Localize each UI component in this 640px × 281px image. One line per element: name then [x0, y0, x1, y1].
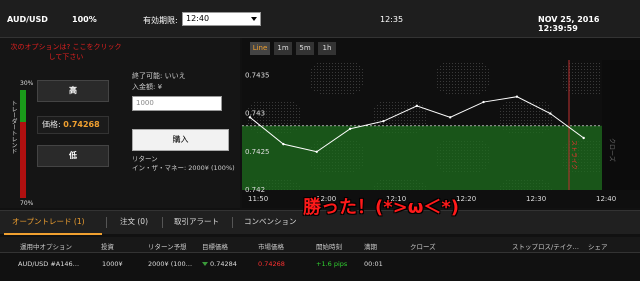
- col-expiry: 満期: [364, 243, 377, 251]
- return-label: リターン: [132, 155, 158, 163]
- col-market-price: 市場価格: [258, 243, 284, 251]
- price-chart[interactable]: 0.7435 0.743 0.7425 0.742 11:50 12:00 12:10 12:…: [242, 38, 640, 208]
- trader-trend-bar: [20, 90, 26, 198]
- amount-input[interactable]: 1000: [132, 96, 222, 111]
- tab-orders[interactable]: 注文 (0): [120, 216, 148, 227]
- price-point: [348, 127, 352, 131]
- top-bar: AUD/USD 100% 有効期限: 12:40 12:35 NOV 25, 2…: [0, 0, 640, 38]
- cell-target-price: 0.74284: [202, 260, 237, 268]
- expiry-select[interactable]: 12:40: [182, 12, 261, 26]
- cell-investment: 1000¥: [102, 260, 123, 268]
- price-point: [515, 95, 519, 98]
- current-price: 価格: 0.74268: [37, 116, 109, 134]
- price-point: [315, 150, 318, 153]
- col-share: シェア: [588, 243, 608, 251]
- trend-high-fill: [20, 90, 26, 123]
- close-possible-text: 終了可能: いいえ: [132, 72, 186, 80]
- win-overlay-text: 勝った！(*>ω＜*): [303, 197, 460, 218]
- trend-high-percent: 30%: [20, 80, 34, 87]
- order-info: 終了可能: いいえ 入金額: ¥: [132, 71, 186, 93]
- low-button[interactable]: 低: [37, 145, 109, 167]
- high-button[interactable]: 高: [37, 80, 109, 102]
- col-investment: 投資: [101, 243, 114, 251]
- tab-divider: [232, 217, 233, 228]
- col-option: 運用中オプション: [20, 243, 72, 251]
- y-tick-label: 0.743: [245, 110, 265, 118]
- tab-1h[interactable]: 1h: [318, 42, 336, 55]
- cell-market-price: 0.74268: [258, 260, 285, 268]
- amount-label: 入金額: ¥: [132, 83, 163, 91]
- x-tick-label: 12:20: [456, 195, 476, 203]
- col-start-time: 開始時刻: [316, 243, 342, 251]
- cell-expected-return: 2000¥ (100…: [148, 260, 193, 268]
- chevron-down-icon: [251, 17, 257, 21]
- col-target-price: 目標価格: [202, 243, 228, 251]
- price-point: [415, 104, 419, 108]
- col-close: クローズ: [410, 243, 436, 251]
- y-tick-label: 0.7435: [245, 71, 270, 79]
- trend-low-percent: 70%: [20, 200, 34, 207]
- payout-percent: 100%: [72, 15, 97, 24]
- cell-option[interactable]: AUD/USD #A146…: [18, 260, 79, 268]
- y-tick-label: 0.742: [245, 186, 265, 194]
- current-time: 12:35: [380, 15, 404, 24]
- col-stop-loss: ストップロス/テイク…: [512, 243, 580, 251]
- winning-zone: [242, 125, 602, 190]
- tab-divider: [106, 217, 107, 228]
- y-tick-label: 0.7425: [245, 148, 270, 156]
- buy-button[interactable]: 購入: [132, 129, 229, 151]
- tab-open-trades[interactable]: オープントレード (1): [12, 216, 85, 227]
- col-expected-return: リターン予想: [148, 243, 187, 251]
- x-tick-label: 12:40: [596, 195, 616, 203]
- trader-trend-label: トレーダートレンド: [10, 100, 17, 154]
- next-option-link[interactable]: 次のオプションは? ここをクリックして下さい: [10, 42, 122, 62]
- price-label: 価格:: [42, 120, 61, 129]
- price-value: 0.74268: [63, 120, 100, 129]
- table-header: 運用中オプション 投資 リターン予想 目標価格 市場価格 開始時刻 満期 クロー…: [0, 237, 640, 253]
- price-point: [549, 112, 552, 115]
- return-info: リターン イン・ザ・マネー: 2000¥ (100%): [132, 155, 235, 173]
- asset-pair[interactable]: AUD/USD: [7, 15, 48, 24]
- tab-divider: [162, 217, 163, 228]
- price-point: [449, 116, 452, 119]
- x-tick-label: 11:50: [248, 195, 268, 203]
- target-price-value: 0.74284: [210, 260, 237, 268]
- table-row[interactable]: AUD/USD #A146… 1000¥ 2000¥ (100… 0.74284…: [0, 256, 640, 274]
- server-datetime: NOV 25, 2016 12:39:59: [538, 15, 600, 33]
- price-point: [282, 142, 285, 146]
- tab-convention[interactable]: コンベンション: [244, 216, 297, 227]
- cell-expiry: 00:01: [364, 260, 383, 268]
- tab-1m[interactable]: 1m: [274, 42, 292, 55]
- expiry-value: 12:40: [186, 14, 210, 23]
- expiry-label: 有効期限:: [143, 16, 178, 25]
- down-arrow-icon: [202, 262, 208, 266]
- trade-panel: 次のオプションは? ここをクリックして下さい 30% 70% トレーダートレンド…: [0, 38, 240, 208]
- chart-right-strip: [602, 60, 640, 190]
- active-tab-underline: [4, 233, 102, 235]
- price-point: [482, 100, 485, 104]
- x-tick-label: 12:30: [526, 195, 546, 203]
- price-point: [382, 119, 385, 123]
- cell-pips: +1.6 pips: [316, 260, 348, 268]
- tab-5m[interactable]: 5m: [296, 42, 314, 55]
- chart-canvas: 0.74350.7430.74250.74211:50 12:00 12:10 12:…: [242, 60, 640, 203]
- tab-trade-alerts[interactable]: 取引アラート: [174, 216, 219, 227]
- return-value: イン・ザ・マネー: 2000¥ (100%): [132, 164, 235, 172]
- price-point: [582, 136, 585, 140]
- strike-label: ストライク: [570, 140, 577, 170]
- tab-line[interactable]: Line: [250, 42, 270, 55]
